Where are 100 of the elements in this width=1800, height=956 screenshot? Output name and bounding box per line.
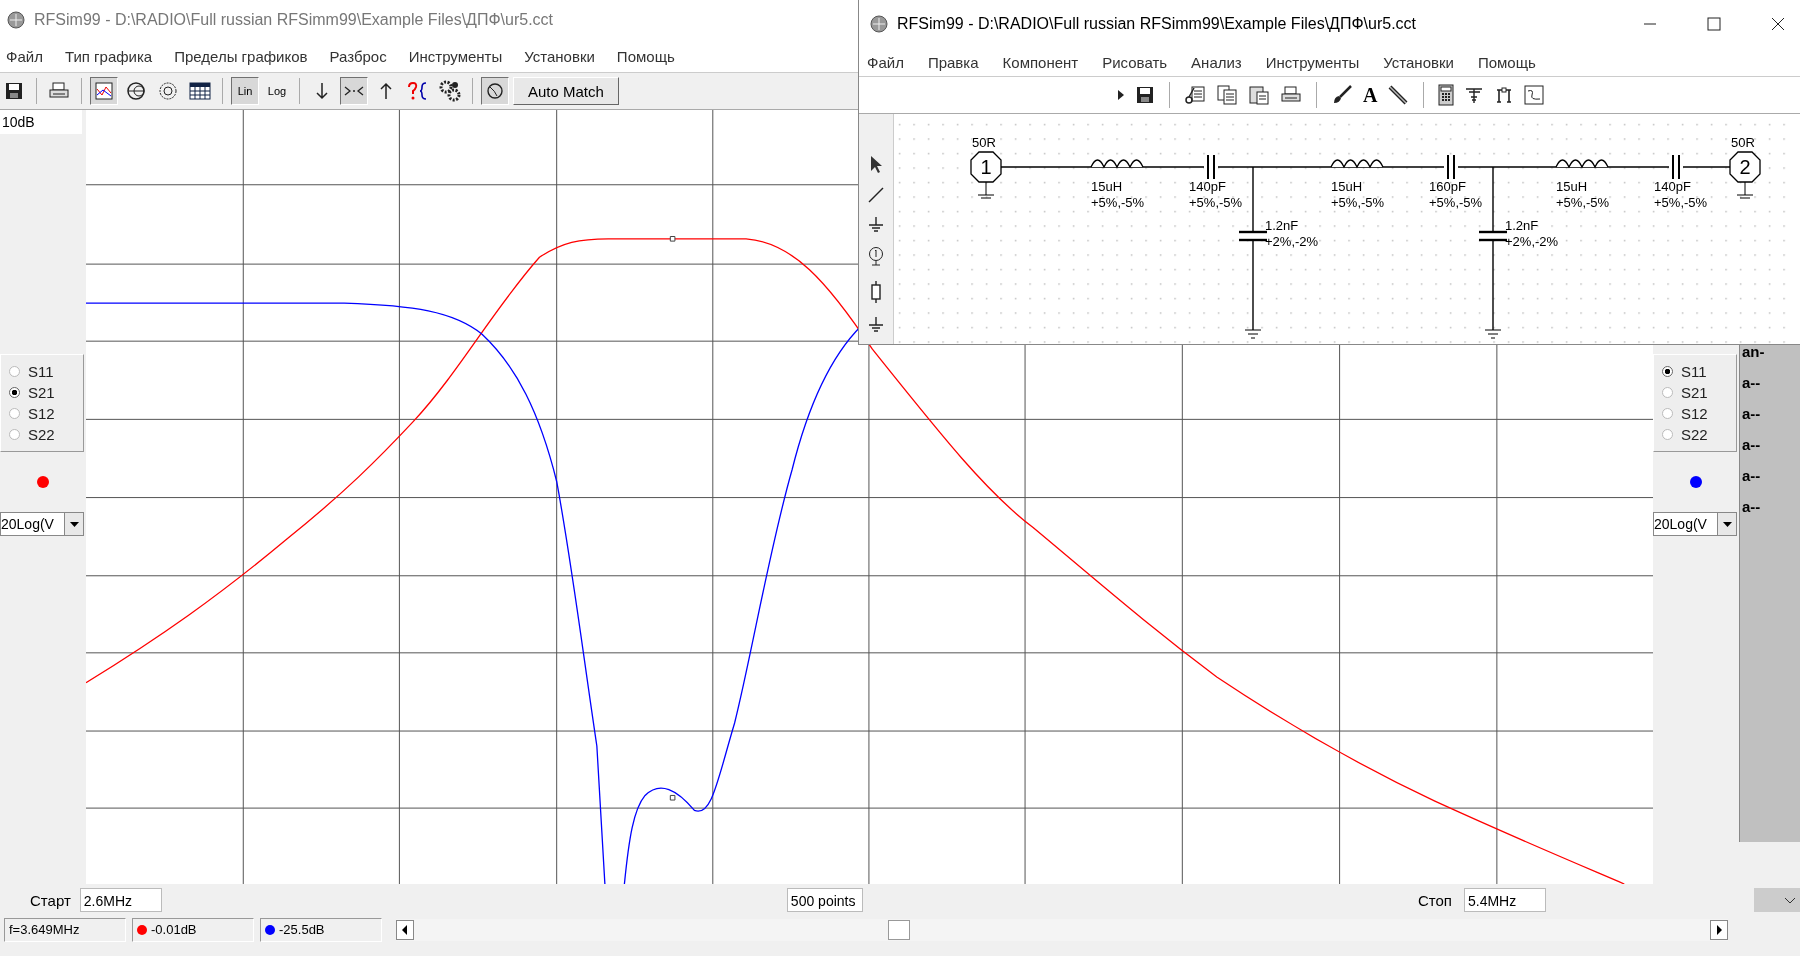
port-symbol[interactable] <box>1729 151 1761 199</box>
frequency-readout: f=3.649MHz <box>4 918 126 942</box>
menu-item[interactable]: Помощь <box>1477 53 1536 71</box>
component-tolerance: +5%,-5% <box>1556 195 1610 210</box>
pencil-icon[interactable] <box>1387 84 1410 106</box>
antenna-icon[interactable] <box>1464 85 1485 105</box>
strip-label: a-- <box>1741 404 1762 424</box>
radio-label[interactable]: S12 <box>1681 405 1708 422</box>
menu-item[interactable]: Установки <box>1383 53 1454 71</box>
level-readout: -0.01dB <box>151 921 197 939</box>
scale-button[interactable]: Log <box>263 77 291 105</box>
close-icon[interactable] <box>1770 16 1786 32</box>
component-value: 140pF <box>1654 179 1691 194</box>
radio-button[interactable] <box>1662 408 1673 419</box>
resistor-icon[interactable] <box>869 280 883 304</box>
text-tool[interactable]: A <box>1363 83 1378 107</box>
down-arrow-icon <box>314 81 330 101</box>
radio-button[interactable] <box>1662 387 1673 398</box>
menu-item[interactable]: Установки <box>524 47 595 65</box>
radio-button[interactable] <box>1662 429 1673 440</box>
scroll-thumb[interactable] <box>888 920 910 940</box>
strip-label: a-- <box>1741 466 1762 486</box>
radio-label[interactable]: S22 <box>28 426 55 443</box>
curve-marker[interactable] <box>669 236 676 242</box>
auto-match-button[interactable]: Auto Match <box>513 77 619 105</box>
horizontal-scrollbar[interactable] <box>396 919 1728 941</box>
radio-label[interactable]: S21 <box>28 384 55 401</box>
component-tolerance: +5%,-5% <box>1654 195 1708 210</box>
port-number: 2 <box>1739 156 1751 178</box>
menu-item[interactable]: Рисовать <box>1102 53 1168 71</box>
maximize-icon[interactable] <box>1706 16 1722 32</box>
component-tolerance: +5%,-5% <box>1189 195 1243 210</box>
radio-label[interactable]: S11 <box>1681 363 1707 380</box>
scale-field[interactable]: 10dB <box>0 110 82 134</box>
menu-item[interactable]: Инструменты <box>1265 53 1360 71</box>
menu-item[interactable]: Анализ <box>1191 53 1242 71</box>
radio-label[interactable]: S22 <box>1681 426 1708 443</box>
ground-icon[interactable] <box>867 216 885 234</box>
radio-button[interactable] <box>9 366 20 377</box>
port-symbol[interactable] <box>970 151 1002 199</box>
menu-item[interactable]: Разброс <box>329 47 387 65</box>
component-value: 160pF <box>1429 179 1466 194</box>
radio-button[interactable] <box>9 387 20 398</box>
format-dropdown[interactable]: 20Log(V <box>0 512 84 536</box>
radio-button[interactable] <box>9 408 20 419</box>
menu-item[interactable]: Помощь <box>616 47 675 65</box>
brush-icon[interactable] <box>1331 84 1353 106</box>
save-icon[interactable] <box>1135 85 1155 105</box>
printer-icon <box>48 81 70 101</box>
printer-icon[interactable] <box>1280 85 1302 105</box>
scale-button[interactable]: Lin <box>231 77 259 105</box>
points-field[interactable]: 500 points <box>786 888 863 912</box>
app-icon <box>869 14 889 34</box>
polar-chart-icon <box>158 81 178 101</box>
menu-item[interactable]: Файл <box>6 47 43 65</box>
window-title: RFSim99 - D:\RADIO\Full russian RFSimm99\Example Files\ДПФ\ur5.cct <box>897 15 1417 33</box>
curve-marker[interactable] <box>669 794 676 801</box>
menu-item[interactable]: Тип графика <box>64 47 153 65</box>
radio-label[interactable]: S12 <box>28 405 55 422</box>
capacitor-symbol[interactable] <box>1669 154 1683 180</box>
menu-item[interactable]: Файл <box>867 53 904 71</box>
format-dropdown[interactable]: 20Log(V <box>1653 512 1737 536</box>
component-value: 1.2nF <box>1505 218 1539 233</box>
port-icon[interactable] <box>866 246 886 268</box>
menu-item[interactable]: Инструменты <box>408 47 503 65</box>
radio-button[interactable] <box>9 429 20 440</box>
scroll-right-icon[interactable] <box>1710 920 1728 940</box>
play-arrow-icon[interactable] <box>1117 89 1125 101</box>
scroll-left-icon[interactable] <box>396 920 414 940</box>
stop-label: Стоп <box>1417 891 1452 909</box>
radio-button[interactable] <box>1662 366 1673 377</box>
capacitor-symbol[interactable] <box>1204 154 1218 180</box>
strip-label: a-- <box>1741 435 1762 455</box>
capacitor-symbol[interactable] <box>1444 154 1458 180</box>
component-tolerance: +2%,-2% <box>1505 234 1559 249</box>
inductor-symbol[interactable] <box>1555 159 1609 168</box>
toolbar-button[interactable] <box>481 77 509 105</box>
radio-label[interactable]: S11 <box>28 363 54 380</box>
inductor-symbol[interactable] <box>1090 159 1144 168</box>
start-field[interactable]: 2.6MHz <box>79 888 162 912</box>
pointer-icon[interactable] <box>868 154 884 174</box>
component-tolerance: +5%,-5% <box>1091 195 1145 210</box>
table-icon <box>189 82 211 100</box>
component-value: 140pF <box>1189 179 1226 194</box>
clipboard-icon[interactable] <box>1248 84 1270 106</box>
radio-label[interactable]: S21 <box>1681 384 1708 401</box>
stop-field[interactable]: 5.4MHz <box>1463 888 1547 912</box>
gears-icon <box>439 80 461 102</box>
chart-icon[interactable] <box>1524 85 1545 105</box>
menu-item[interactable]: Правка <box>927 53 979 71</box>
inductor-symbol[interactable] <box>1330 159 1384 168</box>
wire-icon[interactable] <box>867 186 885 204</box>
component-value: 15uH <box>1556 179 1588 194</box>
menu-item[interactable]: Пределы графиков <box>174 47 308 65</box>
menu-item[interactable]: Компонент <box>1002 53 1079 71</box>
ground-icon[interactable] <box>867 316 885 334</box>
calculator-icon[interactable] <box>1438 84 1455 106</box>
chart-icon <box>94 81 114 101</box>
toolbar-button[interactable] <box>340 77 368 105</box>
copy-icon[interactable] <box>1216 84 1238 106</box>
